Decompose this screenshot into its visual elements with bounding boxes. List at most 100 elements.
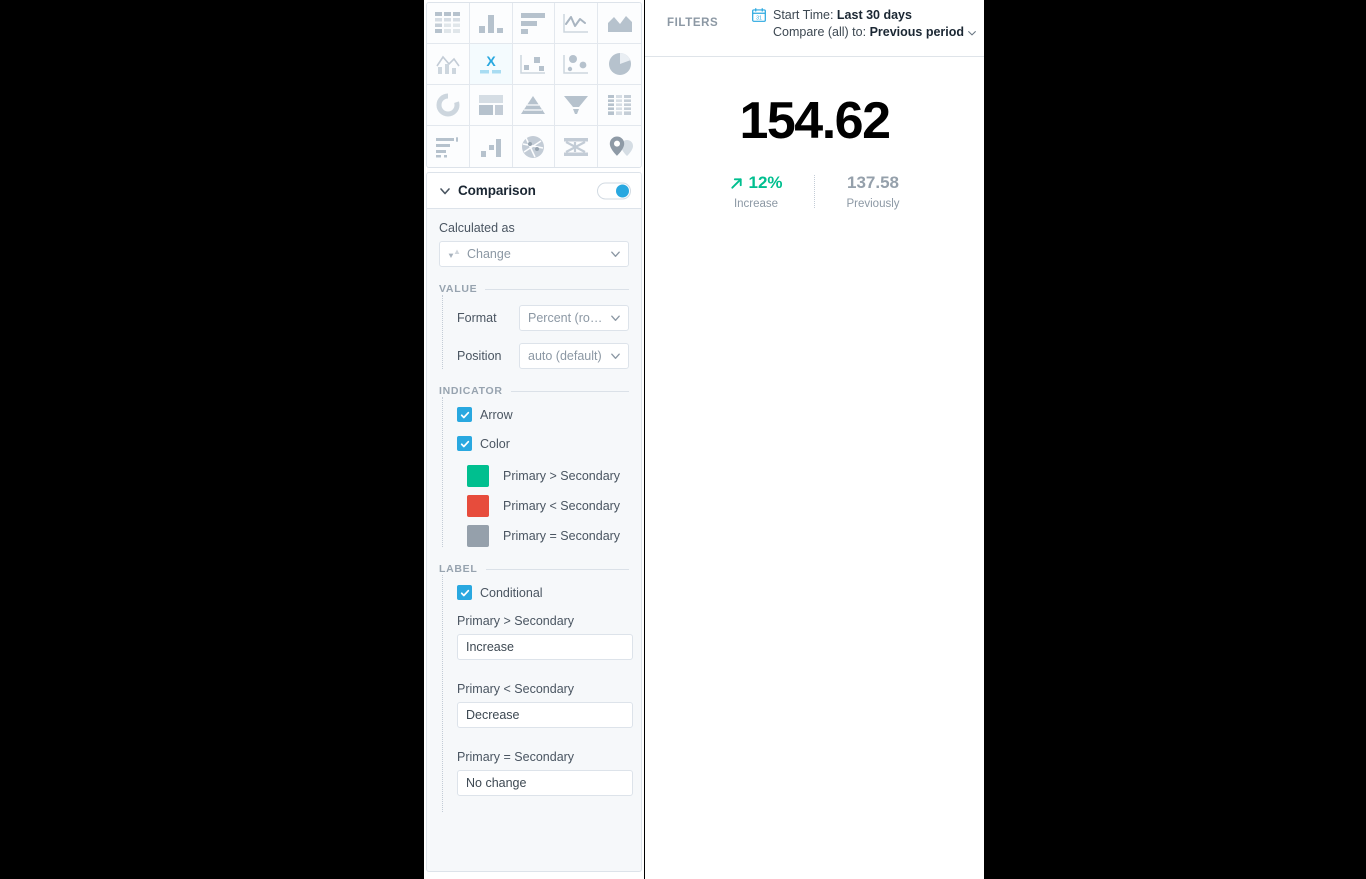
start-time-prefix: Start Time: <box>773 8 837 22</box>
label-field-equal-caption: Primary = Secondary <box>457 750 575 764</box>
area-chart-icon <box>607 16 632 32</box>
single-value-icon: X <box>479 53 501 74</box>
single-value-visualization: 154.62 12% Increase 137.58 Previously <box>645 57 984 210</box>
conditional-checkbox-row[interactable]: Conditional <box>457 585 629 600</box>
viz-option-funnel-chart[interactable] <box>555 85 599 126</box>
position-label: Position <box>457 349 502 363</box>
format-row: Format Percent (ro… <box>457 305 629 331</box>
calendar-icon: 31 <box>752 8 766 22</box>
compare-filter[interactable]: Compare (all) to: Previous period <box>773 24 977 41</box>
arrow-checkbox[interactable] <box>457 407 472 422</box>
visualization-type-picker[interactable]: X <box>426 2 642 168</box>
svg-text:31: 31 <box>756 16 762 22</box>
viz-option-gantt-chart[interactable] <box>427 126 470 167</box>
comparison-title: Comparison <box>458 183 536 198</box>
pie-chart-icon <box>608 53 631 75</box>
viz-option-waterfall-chart[interactable] <box>469 126 513 167</box>
viz-option-sankey-chart[interactable] <box>555 126 599 167</box>
viz-option-pie-chart[interactable] <box>598 44 641 85</box>
conditional-label: Conditional <box>480 585 543 600</box>
comparison-settings-card: Comparison Calculated as Change VALUE Fo… <box>426 172 642 872</box>
viz-option-bubble-chart[interactable] <box>555 44 599 85</box>
label-field-less-caption: Primary < Secondary <box>457 682 575 696</box>
viz-option-area-chart[interactable] <box>598 3 641 44</box>
table-icon <box>434 12 460 33</box>
scatter-chart-icon <box>520 55 546 74</box>
start-time-filter[interactable]: Start Time: Last 30 days <box>773 7 977 24</box>
left-settings-column: X Comparison Calculated as Change VALUE … <box>424 0 644 879</box>
swatch-row-equal: Primary = Secondary <box>467 525 629 547</box>
viz-option-combo-chart[interactable] <box>427 44 470 85</box>
swatch-label-equal: Primary = Secondary <box>503 529 621 543</box>
kpi-previous-number: 137.58 <box>847 173 899 192</box>
label-input-less[interactable] <box>457 702 633 728</box>
comparison-body: Calculated as Change VALUE Format Percen… <box>427 209 641 812</box>
label-input-equal[interactable] <box>457 770 633 796</box>
kpi-change-percent: 12% <box>748 173 783 192</box>
label-input-greater[interactable] <box>457 634 633 660</box>
arrow-checkbox-row[interactable]: Arrow <box>457 407 629 422</box>
position-value: auto (default) <box>528 349 602 363</box>
viz-option-line-chart[interactable] <box>555 3 599 44</box>
viz-option-treemap-chart[interactable] <box>469 85 513 126</box>
network-chart-icon <box>522 135 545 158</box>
bar-chart-icon <box>521 13 546 34</box>
color-swatch-less[interactable] <box>467 495 489 517</box>
waterfall-chart-icon <box>480 138 501 157</box>
gantt-chart-icon <box>435 136 458 157</box>
kpi-previous-label: Previously <box>846 198 900 210</box>
chevron-down-icon <box>611 353 620 359</box>
color-swatch-equal[interactable] <box>467 525 489 547</box>
column-chart-icon <box>478 15 503 33</box>
kpi-comparison-row: 12% Increase 137.58 Previously <box>645 173 984 210</box>
viz-option-single-value[interactable]: X <box>469 44 513 85</box>
viz-option-bar-chart[interactable] <box>512 3 556 44</box>
value-section-header: VALUE <box>439 283 629 295</box>
color-checkbox-row[interactable]: Color <box>457 436 629 451</box>
format-select[interactable]: Percent (ro… <box>519 305 629 331</box>
indicator-section-body: Arrow Color Primary > Secondary Primary … <box>442 397 629 547</box>
viz-option-donut-chart[interactable] <box>427 85 470 126</box>
check-icon <box>460 589 469 596</box>
treemap-chart-icon <box>478 95 503 115</box>
chevron-down-icon[interactable] <box>967 28 977 38</box>
chevron-down-icon <box>440 187 450 194</box>
change-updown-icon <box>448 249 460 258</box>
indicator-section-header: INDICATOR <box>439 385 629 397</box>
pyramid-chart-icon <box>521 96 546 114</box>
viz-option-pyramid-chart[interactable] <box>512 85 556 126</box>
viz-option-map-chart[interactable] <box>598 126 641 167</box>
viz-option-network-chart[interactable] <box>512 126 556 167</box>
viz-option-column-chart[interactable] <box>469 3 513 44</box>
check-icon <box>460 411 469 418</box>
swatch-row-greater: Primary > Secondary <box>467 465 629 487</box>
arrow-label: Arrow <box>480 407 513 422</box>
color-swatch-greater[interactable] <box>467 465 489 487</box>
calculated-as-value: Change <box>467 247 511 261</box>
color-checkbox[interactable] <box>457 436 472 451</box>
color-label: Color <box>480 436 510 451</box>
calculated-as-select[interactable]: Change <box>439 241 629 267</box>
section-rule <box>485 288 629 290</box>
app-screenshot: X Comparison Calculated as Change VALUE … <box>0 0 1366 879</box>
compare-prefix: Compare (all) to: <box>773 25 870 39</box>
kpi-change-cell: 12% Increase <box>710 173 802 210</box>
section-rule <box>510 390 629 392</box>
conditional-checkbox[interactable] <box>457 585 472 600</box>
sankey-chart-icon <box>564 137 589 156</box>
line-chart-icon <box>563 14 589 33</box>
comparison-enabled-toggle[interactable] <box>597 182 631 199</box>
format-value: Percent (ro… <box>528 311 603 325</box>
viz-option-heatmap-chart[interactable] <box>598 85 641 126</box>
kpi-previous-cell: 137.58 Previously <box>827 173 919 210</box>
filter-summary: Start Time: Last 30 days Compare (all) t… <box>773 7 977 41</box>
position-row: Position auto (default) <box>457 343 629 369</box>
comparison-header[interactable]: Comparison <box>427 173 641 209</box>
position-select[interactable]: auto (default) <box>519 343 629 369</box>
start-time-value: Last 30 days <box>836 8 912 22</box>
viz-option-table[interactable] <box>427 3 470 44</box>
format-label: Format <box>457 311 497 325</box>
section-rule <box>485 568 629 570</box>
viz-option-scatter-chart[interactable] <box>512 44 556 85</box>
svg-text:X: X <box>486 53 496 69</box>
